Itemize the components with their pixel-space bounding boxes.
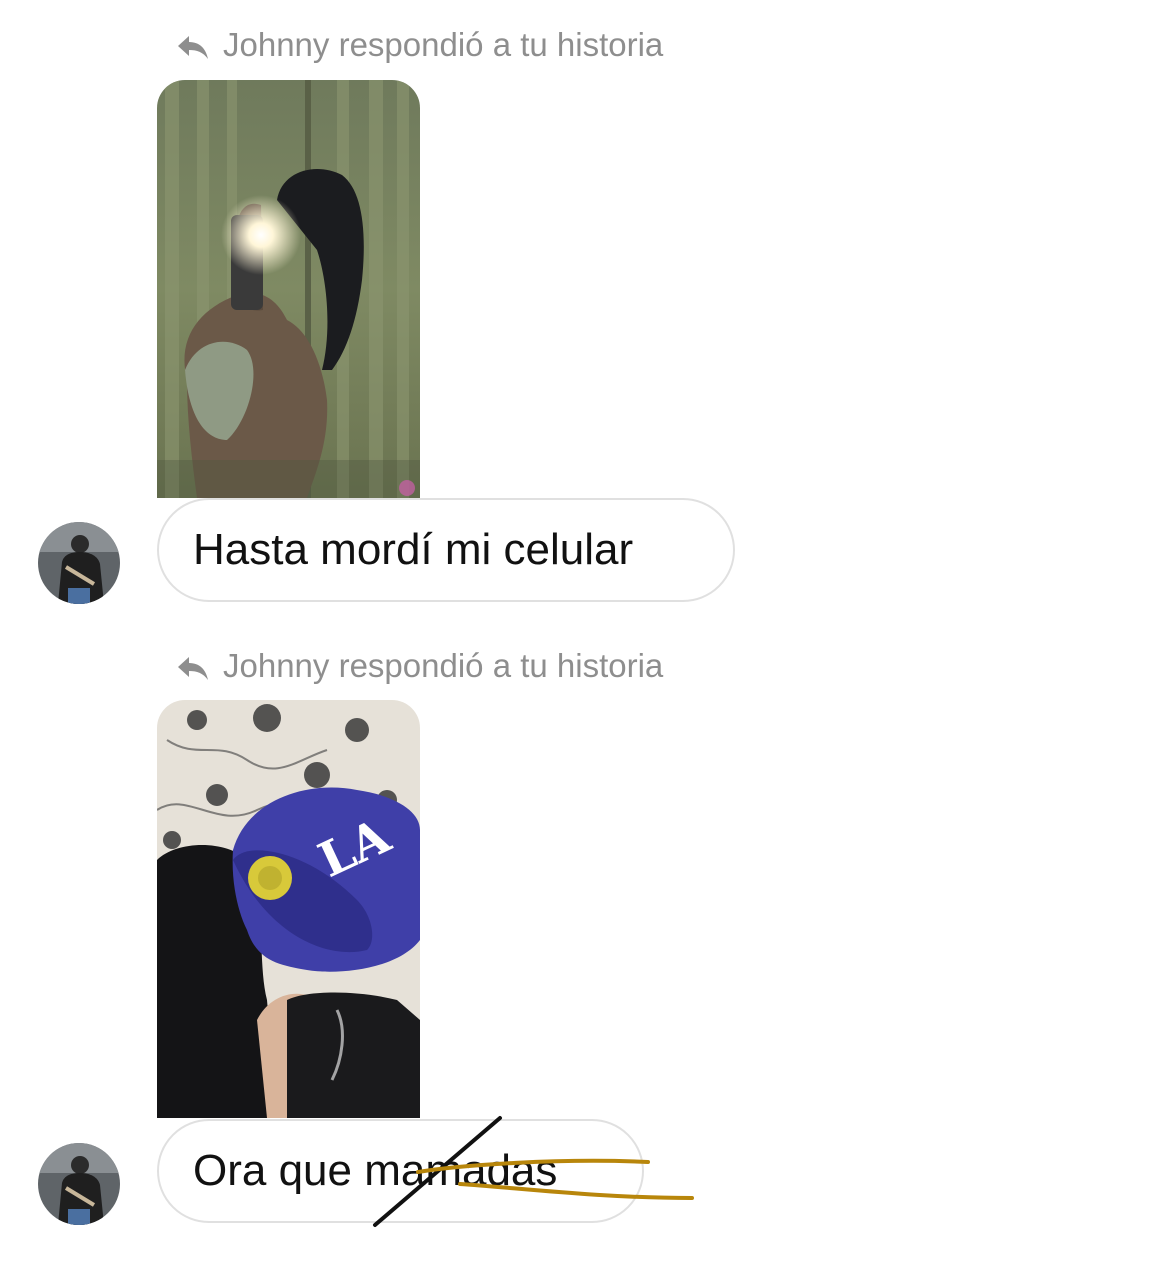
message-bubble[interactable]: Ora que mamadas [157, 1119, 644, 1223]
reply-label: Johnny respondió a tu historia [223, 647, 664, 684]
reply-label: Johnny respondió a tu historia [223, 26, 664, 63]
avatar[interactable] [38, 522, 120, 604]
story-reply-header: Johnny respondió a tu historia [175, 644, 663, 688]
story-thumbnail[interactable] [157, 80, 420, 498]
story-thumbnail[interactable]: LA [157, 700, 420, 1118]
message-text: Ora que mamadas [193, 1146, 558, 1195]
story-reply-header: Johnny respondió a tu historia [175, 23, 663, 67]
reply-arrow-icon [175, 652, 211, 680]
reply-arrow-icon [175, 31, 211, 59]
avatar[interactable] [38, 1143, 120, 1225]
message-bubble[interactable]: Hasta mordí mi celular [157, 498, 735, 602]
message-text: Hasta mordí mi celular [193, 525, 634, 574]
